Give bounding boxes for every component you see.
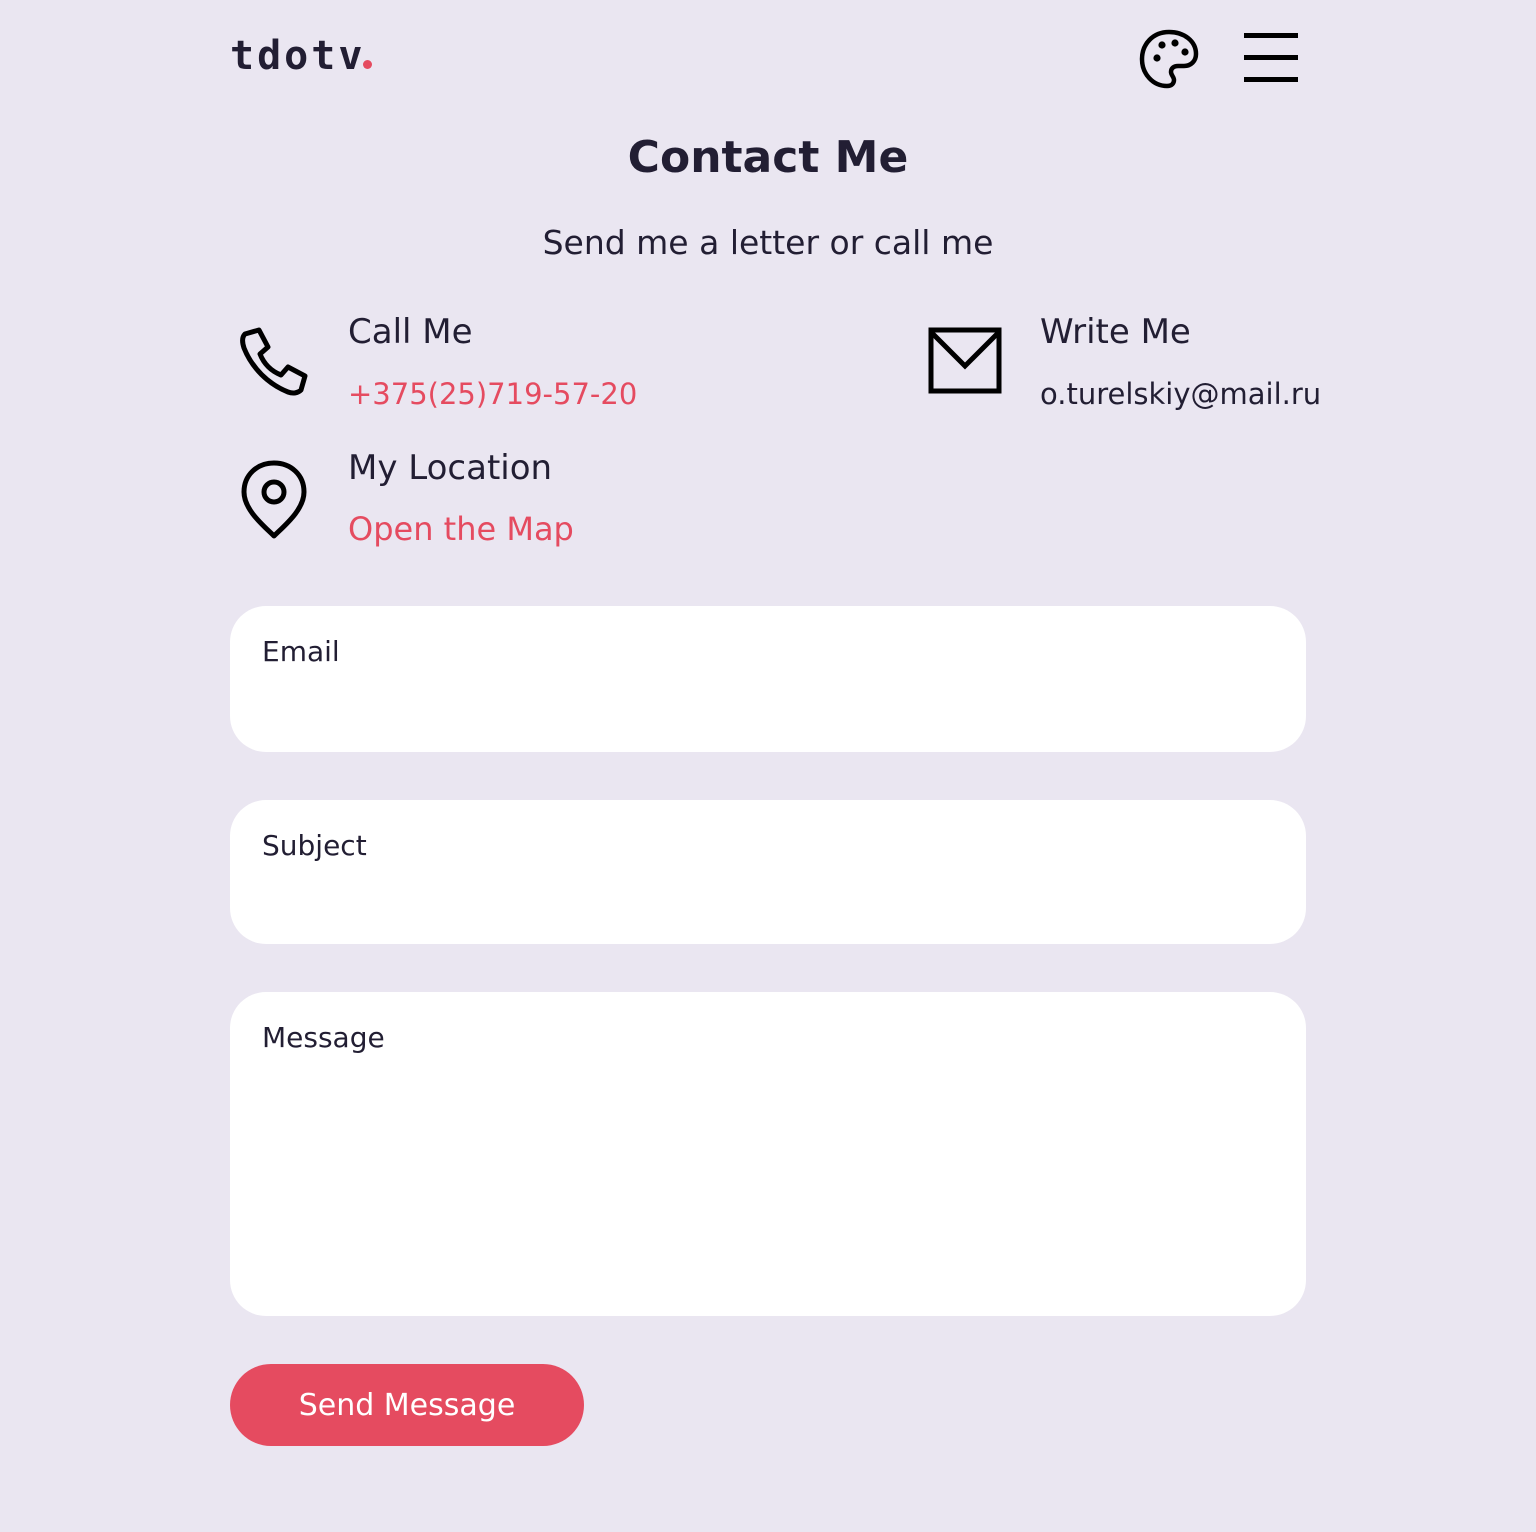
- logo-link[interactable]: tdotv: [230, 32, 373, 80]
- email-field[interactable]: Email: [230, 606, 1306, 752]
- email-address-link[interactable]: o.turelskiy@mail.ru: [1040, 374, 1321, 414]
- envelope-icon: [928, 327, 1002, 394]
- page-title: Contact Me: [627, 132, 909, 183]
- phone-number-link[interactable]: +375(25)719-57-20: [348, 374, 637, 414]
- contact-call: Call Me +375(25)719-57-20: [230, 310, 690, 420]
- palette-icon: [1139, 29, 1199, 89]
- page-subtitle: Send me a letter or call me: [542, 223, 994, 262]
- contact-location: My Location Open the Map: [230, 446, 690, 556]
- contact-write-label: Write Me: [1040, 312, 1191, 352]
- logo-text: tdotv: [230, 33, 366, 79]
- email-field-label: Email: [262, 635, 340, 668]
- theme-palette-button[interactable]: [1138, 28, 1200, 90]
- site-header: tdotv: [230, 28, 1306, 90]
- message-field[interactable]: Message: [230, 992, 1306, 1316]
- subject-field[interactable]: Subject: [230, 800, 1306, 944]
- contact-write: Write Me o.turelskiy@mail.ru: [920, 310, 1321, 420]
- hamburger-menu-button[interactable]: [1242, 30, 1300, 86]
- subject-field-label: Subject: [262, 829, 367, 862]
- open-map-link[interactable]: Open the Map: [348, 508, 574, 550]
- logo-dot: [363, 60, 373, 69]
- contact-call-label: Call Me: [348, 312, 473, 352]
- hamburger-menu-icon: [1244, 33, 1298, 82]
- map-pin-icon: [241, 460, 307, 539]
- contact-location-label: My Location: [348, 448, 553, 488]
- message-field-label: Message: [262, 1021, 385, 1054]
- phone-icon: [240, 327, 308, 396]
- send-message-button[interactable]: Send Message: [230, 1364, 584, 1446]
